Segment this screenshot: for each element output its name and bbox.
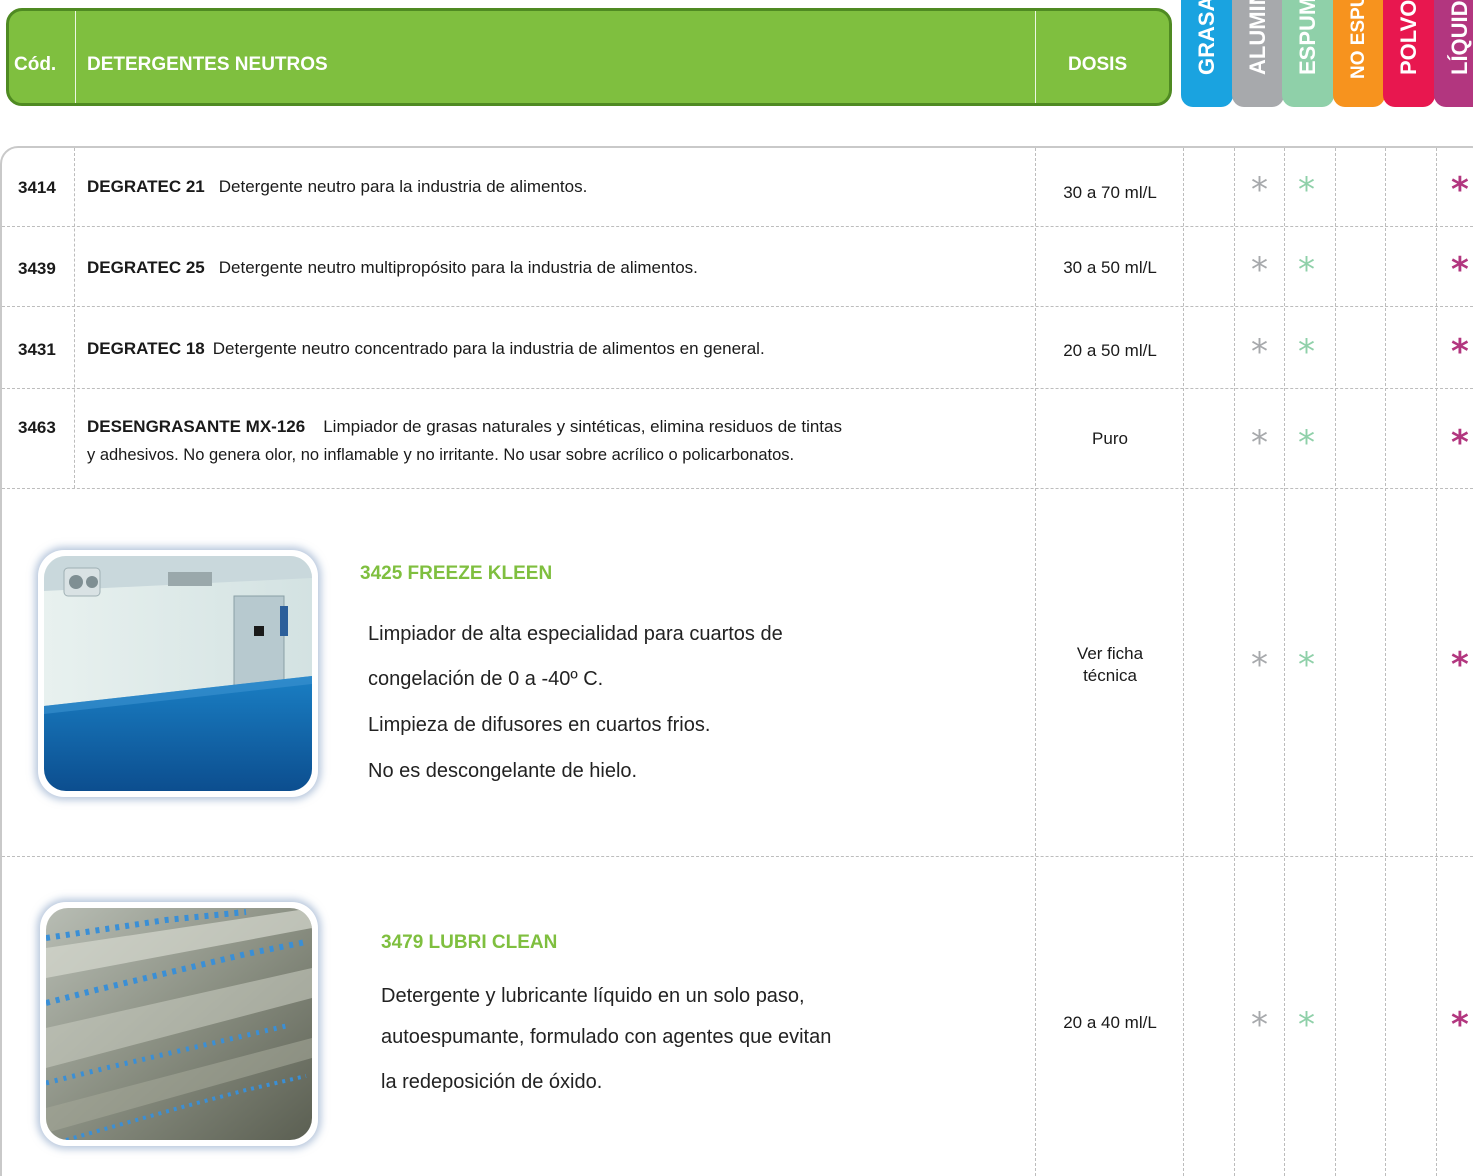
aluminio-star: *	[1251, 423, 1268, 463]
category-label: NO ESPUMA	[1348, 0, 1369, 79]
column-divider	[1385, 148, 1386, 1176]
liquido-star: *	[1451, 423, 1469, 463]
product-name: DEGRATEC 18	[87, 339, 205, 358]
column-divider	[1183, 148, 1184, 1176]
column-divider	[1035, 148, 1036, 1176]
espuma-star: *	[1298, 250, 1315, 290]
featured-dose-line: técnica	[1083, 666, 1137, 685]
aluminio-star: *	[1251, 250, 1268, 290]
aluminio-star: *	[1251, 170, 1268, 210]
espuma-star: *	[1298, 332, 1315, 372]
featured-product-title: 3425 FREEZE KLEEN	[360, 563, 553, 584]
featured-product-line: autoespumante, formulado con agentes que…	[381, 1026, 832, 1048]
espuma-star: *	[1298, 170, 1315, 210]
column-divider	[74, 148, 75, 488]
product-code: 3414	[18, 178, 56, 197]
category-label: POLVO	[1396, 0, 1421, 75]
product-text: Detergente neutro para la industria de a…	[218, 177, 588, 196]
espuma-star: *	[1298, 423, 1315, 463]
cold-room-image	[44, 556, 312, 791]
category-tab-grasas: GRASAS	[1181, 0, 1233, 107]
column-divider	[1436, 148, 1437, 1176]
row-divider	[2, 388, 1473, 389]
product-dose: Puro	[1092, 429, 1128, 448]
category-tab-aluminio: ALUMINIO	[1232, 0, 1284, 107]
liquido-star: *	[1451, 1005, 1469, 1045]
row-divider	[2, 226, 1473, 227]
category-label: GRASAS	[1194, 0, 1219, 75]
header-dose-label: DOSIS	[1068, 54, 1128, 75]
column-divider	[1284, 148, 1285, 1176]
liquido-star: *	[1451, 332, 1469, 372]
category-label: LÍQUIDO	[1447, 0, 1472, 75]
featured-product-line: Limpieza de difusores en cuartos frios.	[368, 714, 711, 736]
row-divider	[2, 488, 1473, 489]
row-divider	[2, 856, 1473, 857]
featured-product-title: 3479 LUBRI CLEAN	[381, 932, 558, 953]
column-divider	[1335, 148, 1336, 1176]
header-code-label: Cód.	[14, 54, 57, 75]
conveyor-illustration	[46, 908, 312, 1140]
product-text: Detergente neutro multipropósito para la…	[218, 258, 698, 277]
featured-dose-line: Ver ficha	[1076, 644, 1144, 663]
header-title: DETERGENTES NEUTROS	[87, 54, 328, 75]
liquido-star: *	[1451, 170, 1469, 210]
row-divider	[2, 306, 1473, 307]
aluminio-star: *	[1251, 1005, 1268, 1045]
column-divider	[1234, 148, 1235, 1176]
category-tab-espuma: ESPUMA	[1282, 0, 1334, 107]
product-description: DEGRATEC 25 Detergente neutro multipropós…	[87, 257, 1027, 279]
category-tab-polvo: POLVO	[1383, 0, 1435, 107]
aluminio-star: *	[1251, 332, 1268, 372]
header-divider	[1035, 11, 1036, 103]
product-dose: 30 a 50 ml/L	[1063, 258, 1157, 277]
featured-product-line: Detergente y lubricante líquido en un so…	[381, 985, 805, 1007]
product-name: DESENGRASANTE MX-126	[87, 417, 306, 436]
product-description: DESENGRASANTE MX-126 Limpiador de grasas …	[87, 416, 1027, 438]
category-tab-liquido: LÍQUIDO	[1434, 0, 1473, 107]
header-divider	[75, 11, 76, 103]
product-code: 3431	[18, 340, 56, 359]
liquido-star: *	[1451, 250, 1469, 290]
lubri-clean-photo	[40, 902, 318, 1146]
product-description: DEGRATEC 21 Detergente neutro para la ind…	[87, 176, 1027, 198]
category-label: ALUMINIO	[1245, 0, 1270, 75]
espuma-star: *	[1298, 645, 1315, 685]
product-dose: 30 a 70 ml/L	[1063, 183, 1157, 202]
product-description: DEGRATEC 18 Detergente neutro concentrado…	[87, 338, 1027, 360]
product-description-line2: y adhesivos. No genera olor, no inflamab…	[87, 446, 795, 464]
aluminio-star: *	[1251, 645, 1268, 685]
cold-room-illustration	[44, 556, 312, 791]
category-label: ESPUMA	[1295, 0, 1320, 75]
product-text: Limpiador de grasas naturales y sintétic…	[323, 417, 842, 436]
product-name: DEGRATEC 25	[87, 258, 205, 277]
featured-product-line: No es descongelante de hielo.	[368, 760, 638, 782]
freeze-kleen-photo	[38, 550, 318, 797]
product-name: DEGRATEC 21	[87, 177, 205, 196]
product-text: Detergente neutro concentrado para la in…	[212, 339, 765, 358]
espuma-star: *	[1298, 1005, 1315, 1045]
conveyor-image	[46, 908, 312, 1140]
featured-product-line: Limpiador de alta especialidad para cuar…	[368, 623, 783, 645]
category-tab-no-espuma: NO ESPUMA	[1333, 0, 1385, 107]
product-code: 3463	[18, 418, 56, 437]
product-code: 3439	[18, 259, 56, 278]
featured-dose-line: 20 a 40 ml/L	[1063, 1013, 1157, 1032]
product-dose: 20 a 50 ml/L	[1063, 341, 1157, 360]
liquido-star: *	[1451, 645, 1469, 685]
featured-product-line: la redeposición de óxido.	[381, 1071, 603, 1093]
featured-product-line: congelación de 0 a -40º C.	[368, 668, 604, 690]
